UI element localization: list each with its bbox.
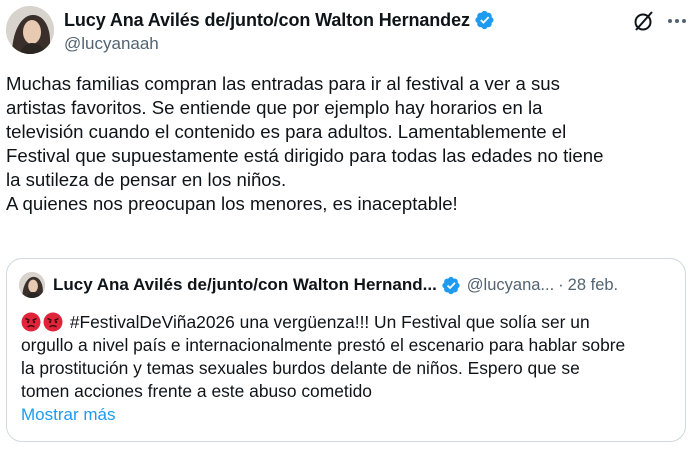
quoted-body: #FestivalDeViña2026 una vergüenza!!! Un … (21, 311, 681, 403)
tweet-line: Muchas familias compran las entradas par… (6, 73, 560, 94)
separator-dot: · (558, 275, 564, 294)
tweet-line: A quienes nos preocupan los menores, es … (6, 193, 458, 214)
verified-badge-icon (442, 276, 460, 294)
tweet-line: la sutileza de pensar en los niños. (6, 169, 287, 190)
angry-face-emoji-icon (21, 312, 41, 332)
tweet-line: artistas favoritos. Se entiende que por … (6, 97, 543, 118)
author-handle[interactable]: @lucyanaah (64, 34, 159, 54)
quoted-line: tomen acciones frente a este abuso comet… (21, 381, 372, 401)
quoted-line: #FestivalDeViña2026 una vergüenza!!! Un … (21, 311, 681, 334)
tweet: Lucy Ana Avilés de/junto/con Walton Hern… (0, 0, 696, 462)
quoted-line: la prostitución y temas sexuales burdos … (21, 358, 580, 378)
angry-face-emoji-icon (43, 312, 63, 332)
show-more-link[interactable]: Mostrar más (21, 405, 115, 425)
quoted-line: orgullo a nivel país e internacionalment… (21, 335, 626, 355)
quoted-author-avatar[interactable] (19, 272, 45, 298)
tweet-line: televisión cuando el contenido es para a… (6, 121, 567, 142)
grok-icon[interactable] (632, 9, 656, 33)
tweet-body: Muchas familias compran las entradas par… (6, 72, 686, 216)
more-icon[interactable] (665, 9, 689, 33)
quoted-tweet[interactable]: Lucy Ana Avilés de/junto/con Walton Hern… (6, 258, 686, 442)
author-name[interactable]: Lucy Ana Avilés de/junto/con Walton Hern… (64, 10, 470, 31)
quoted-date[interactable]: 28 feb. (568, 276, 618, 295)
author-avatar[interactable] (6, 6, 54, 54)
quoted-author-handle[interactable]: @lucyana... (467, 276, 554, 295)
quoted-author-name[interactable]: Lucy Ana Avilés de/junto/con Walton Hern… (53, 275, 437, 295)
verified-badge-icon (475, 10, 494, 30)
tweet-line: Festival que supuestamente está dirigido… (6, 145, 604, 166)
quoted-line-text: #FestivalDeViña2026 una vergüenza!!! Un … (69, 312, 590, 332)
